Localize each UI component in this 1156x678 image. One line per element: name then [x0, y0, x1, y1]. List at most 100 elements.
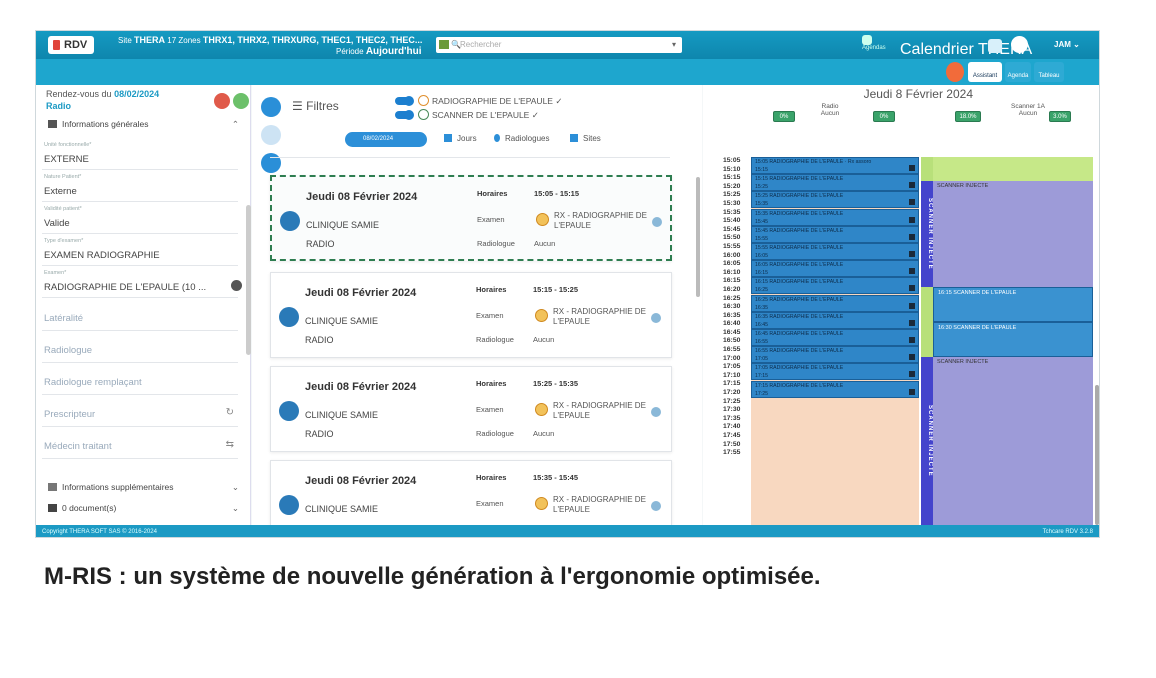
radio-column: 15:05 RADIOGRAPHIE DE L'EPAULE · Rx asso… — [751, 157, 919, 525]
filters-header: ☰ Filtres — [292, 99, 339, 113]
folder-icon — [48, 504, 57, 512]
card-examen: RX - RADIOGRAPHIE DE L'EPAULE — [553, 495, 646, 514]
nature-patient-field[interactable]: Nature Patient* Externe — [42, 174, 238, 202]
period-value: Aujourd'hui — [365, 46, 422, 57]
scanner-slot-green[interactable] — [933, 157, 1093, 181]
validite-patient-field[interactable]: Validité patient* Valide — [42, 206, 238, 234]
radio-appointment[interactable]: 17:15 RADIOGRAPHIE DE L'EPAULE 17:25 — [751, 380, 919, 398]
examen-field[interactable]: Examen* RADIOGRAPHIE DE L'EPAULE (10 ... — [42, 270, 242, 298]
slot-card[interactable]: Jeudi 08 Février 2024 CLINIQUE SAMIE RAD… — [270, 272, 672, 358]
filter-button[interactable] — [261, 153, 281, 173]
scanner-slot-injecte[interactable]: SCANNER INJECTE — [933, 357, 1093, 525]
time-label: 17:35 — [723, 414, 741, 422]
top-bar: RDV Site THERA 17 Zones THRX1, THRX2, TH… — [36, 31, 1099, 59]
radio-appointment[interactable]: 16:45 RADIOGRAPHIE DE L'EPAULE 16:55 — [751, 329, 919, 346]
field-label: Type d'examen* — [44, 238, 84, 244]
tab-radiologues[interactable]: Radiologues — [494, 134, 549, 143]
assistant-button[interactable]: Assistant — [968, 62, 1002, 82]
time-label: 17:30 — [723, 406, 741, 414]
building-icon — [570, 134, 578, 142]
blank-button[interactable] — [261, 125, 281, 145]
type-examen-field[interactable]: Type d'examen* EXAMEN RADIOGRAPHIE — [42, 238, 238, 266]
field-value: Externe — [44, 186, 77, 197]
time-label: 17:25 — [723, 397, 741, 405]
radio-appointment[interactable]: 15:05 RADIOGRAPHIE DE L'EPAULE · Rx asso… — [751, 157, 919, 174]
card-examen: RX - RADIOGRAPHIE DE L'EPAULE — [553, 307, 646, 326]
slot-card[interactable]: Jeudi 08 Février 2024 CLINIQUE SAMIE RAD… — [270, 366, 672, 452]
radio-appointment[interactable]: 15:55 RADIOGRAPHIE DE L'EPAULE 16:05 — [751, 243, 919, 260]
radio-appointment[interactable]: 16:55 RADIOGRAPHIE DE L'EPAULE 17:05 — [751, 346, 919, 364]
tableau-button[interactable]: Tableau — [1034, 62, 1064, 82]
scanner-appointment[interactable]: 16:15 SCANNER DE L'EPAULE — [933, 287, 1093, 322]
radio-appointment[interactable]: 16:25 RADIOGRAPHIE DE L'EPAULE 16:35 — [751, 294, 919, 312]
message-icon — [988, 38, 1002, 53]
rdv-app-button[interactable]: RDV — [48, 36, 94, 54]
tab-jours[interactable]: Jours — [444, 134, 477, 143]
rdv-type: Radio — [46, 101, 72, 111]
radiologue-field[interactable]: Radiologue — [42, 337, 238, 363]
radio-appointment[interactable]: 16:05 RADIOGRAPHIE DE L'EPAULE 16:15 — [751, 260, 919, 278]
filter-toggle-1[interactable] — [395, 96, 414, 106]
agendas-button[interactable]: Agendas — [862, 35, 886, 51]
left-scrollbar[interactable] — [246, 205, 251, 355]
status-dot — [652, 217, 662, 227]
time-label: 15:40 — [723, 217, 741, 225]
site-selector[interactable]: Site THERA 17 Zones THRX1, THRX2, THRXUR… — [118, 35, 422, 45]
slot-card[interactable]: Jeudi 08 Février 2024 CLINIQUE SAMIE Hor… — [270, 460, 672, 525]
calendar-scrollbar[interactable] — [1095, 385, 1099, 525]
message-button[interactable] — [988, 37, 1002, 55]
phone-button[interactable] — [946, 62, 964, 82]
card-radiologue: Aucun — [533, 429, 555, 438]
tableau-label: Tableau — [1038, 73, 1060, 79]
search-input[interactable]: 🔍 Rechercher ▾ — [436, 37, 682, 53]
scanner-appointment[interactable]: 16:30 SCANNER DE L'EPAULE — [933, 322, 1093, 357]
link-icon[interactable]: ⇆ — [226, 439, 234, 450]
back-button[interactable] — [261, 97, 281, 117]
validate-button[interactable] — [233, 93, 249, 109]
radiologue-remplacant-field[interactable]: Radiologue remplaçant — [42, 369, 238, 395]
section-supplementary-info[interactable]: Informations supplémentaires ⌄ — [40, 478, 245, 496]
agenda-button[interactable]: Agenda — [1005, 62, 1031, 82]
section-documents[interactable]: 0 document(s) ⌄ — [40, 499, 245, 517]
card-horaires-label: Horaires — [476, 379, 507, 388]
close-button[interactable] — [214, 93, 230, 109]
filter-1-label: RADIOGRAPHIE DE L'EPAULE ✓ — [432, 96, 563, 106]
app-screenshot: RDV Site THERA 17 Zones THRX1, THRX2, TH… — [35, 30, 1100, 538]
time-label: 15:35 — [723, 208, 741, 216]
radio-appointment[interactable]: 15:15 RADIOGRAPHIE DE L'EPAULE 15:25 — [751, 174, 919, 192]
radio-appointment[interactable]: 16:35 RADIOGRAPHIE DE L'EPAULE 16:45 — [751, 311, 919, 329]
user-menu[interactable]: JAM ⌄ — [1054, 40, 1080, 49]
period-selector[interactable]: Période Aujourd'hui — [336, 46, 422, 57]
scanner-icon — [418, 109, 429, 120]
section-general-info[interactable]: Informations générales ⌃ — [40, 115, 245, 133]
xray-icon — [418, 95, 429, 106]
filter-toggle-2[interactable] — [395, 110, 414, 120]
scanner-slot-injecte[interactable]: SCANNER INJECTE — [933, 181, 1093, 287]
slot-label: SCANNER INJECTE — [937, 359, 989, 365]
radio-appointment[interactable]: 16:15 RADIOGRAPHIE DE L'EPAULE 16:25 — [751, 277, 919, 295]
appointment-title: 15:05 RADIOGRAPHIE DE L'EPAULE · Rx asso… — [755, 159, 872, 165]
list-icon — [48, 120, 57, 128]
radio-appointment[interactable]: 15:45 RADIOGRAPHIE DE L'EPAULE 15:55 — [751, 225, 919, 243]
zones-count: 17 Zones — [167, 36, 201, 45]
agenda-icon — [862, 35, 872, 45]
prescripteur-field[interactable]: Prescripteur ↻ — [42, 401, 238, 427]
time-label: 15:30 — [723, 199, 741, 207]
appointment-end: 16:45 — [755, 321, 768, 328]
middle-scrollbar[interactable] — [696, 177, 700, 297]
res2-sub: Aucun — [1018, 110, 1038, 117]
tab-sites[interactable]: Sites — [570, 134, 601, 143]
radio-appointment[interactable]: 15:35 RADIOGRAPHIE DE L'EPAULE 15:45 — [751, 208, 919, 226]
medecin-traitant-field[interactable]: Médecin traitant ⇆ — [42, 433, 238, 459]
slot-card[interactable]: Jeudi 08 Février 2024 CLINIQUE SAMIE RAD… — [270, 175, 672, 261]
unite-fonctionnelle-field[interactable]: Unité fonctionnelle* EXTERNE — [42, 142, 238, 170]
time-label: 15:15 — [723, 174, 741, 182]
radio-appointment[interactable]: 15:25 RADIOGRAPHIE DE L'EPAULE 15:35 — [751, 191, 919, 209]
info-icon[interactable] — [231, 280, 242, 291]
notification-button[interactable] — [1011, 36, 1028, 53]
radio-appointment[interactable]: 17:05 RADIOGRAPHIE DE L'EPAULE 17:15 — [751, 363, 919, 381]
date-pill[interactable]: 08/02/2024 — [345, 132, 427, 147]
lateralite-field[interactable]: Latéralité — [42, 305, 238, 331]
chevron-down-icon[interactable]: ▾ — [672, 37, 676, 53]
refresh-icon[interactable]: ↻ — [226, 407, 234, 418]
